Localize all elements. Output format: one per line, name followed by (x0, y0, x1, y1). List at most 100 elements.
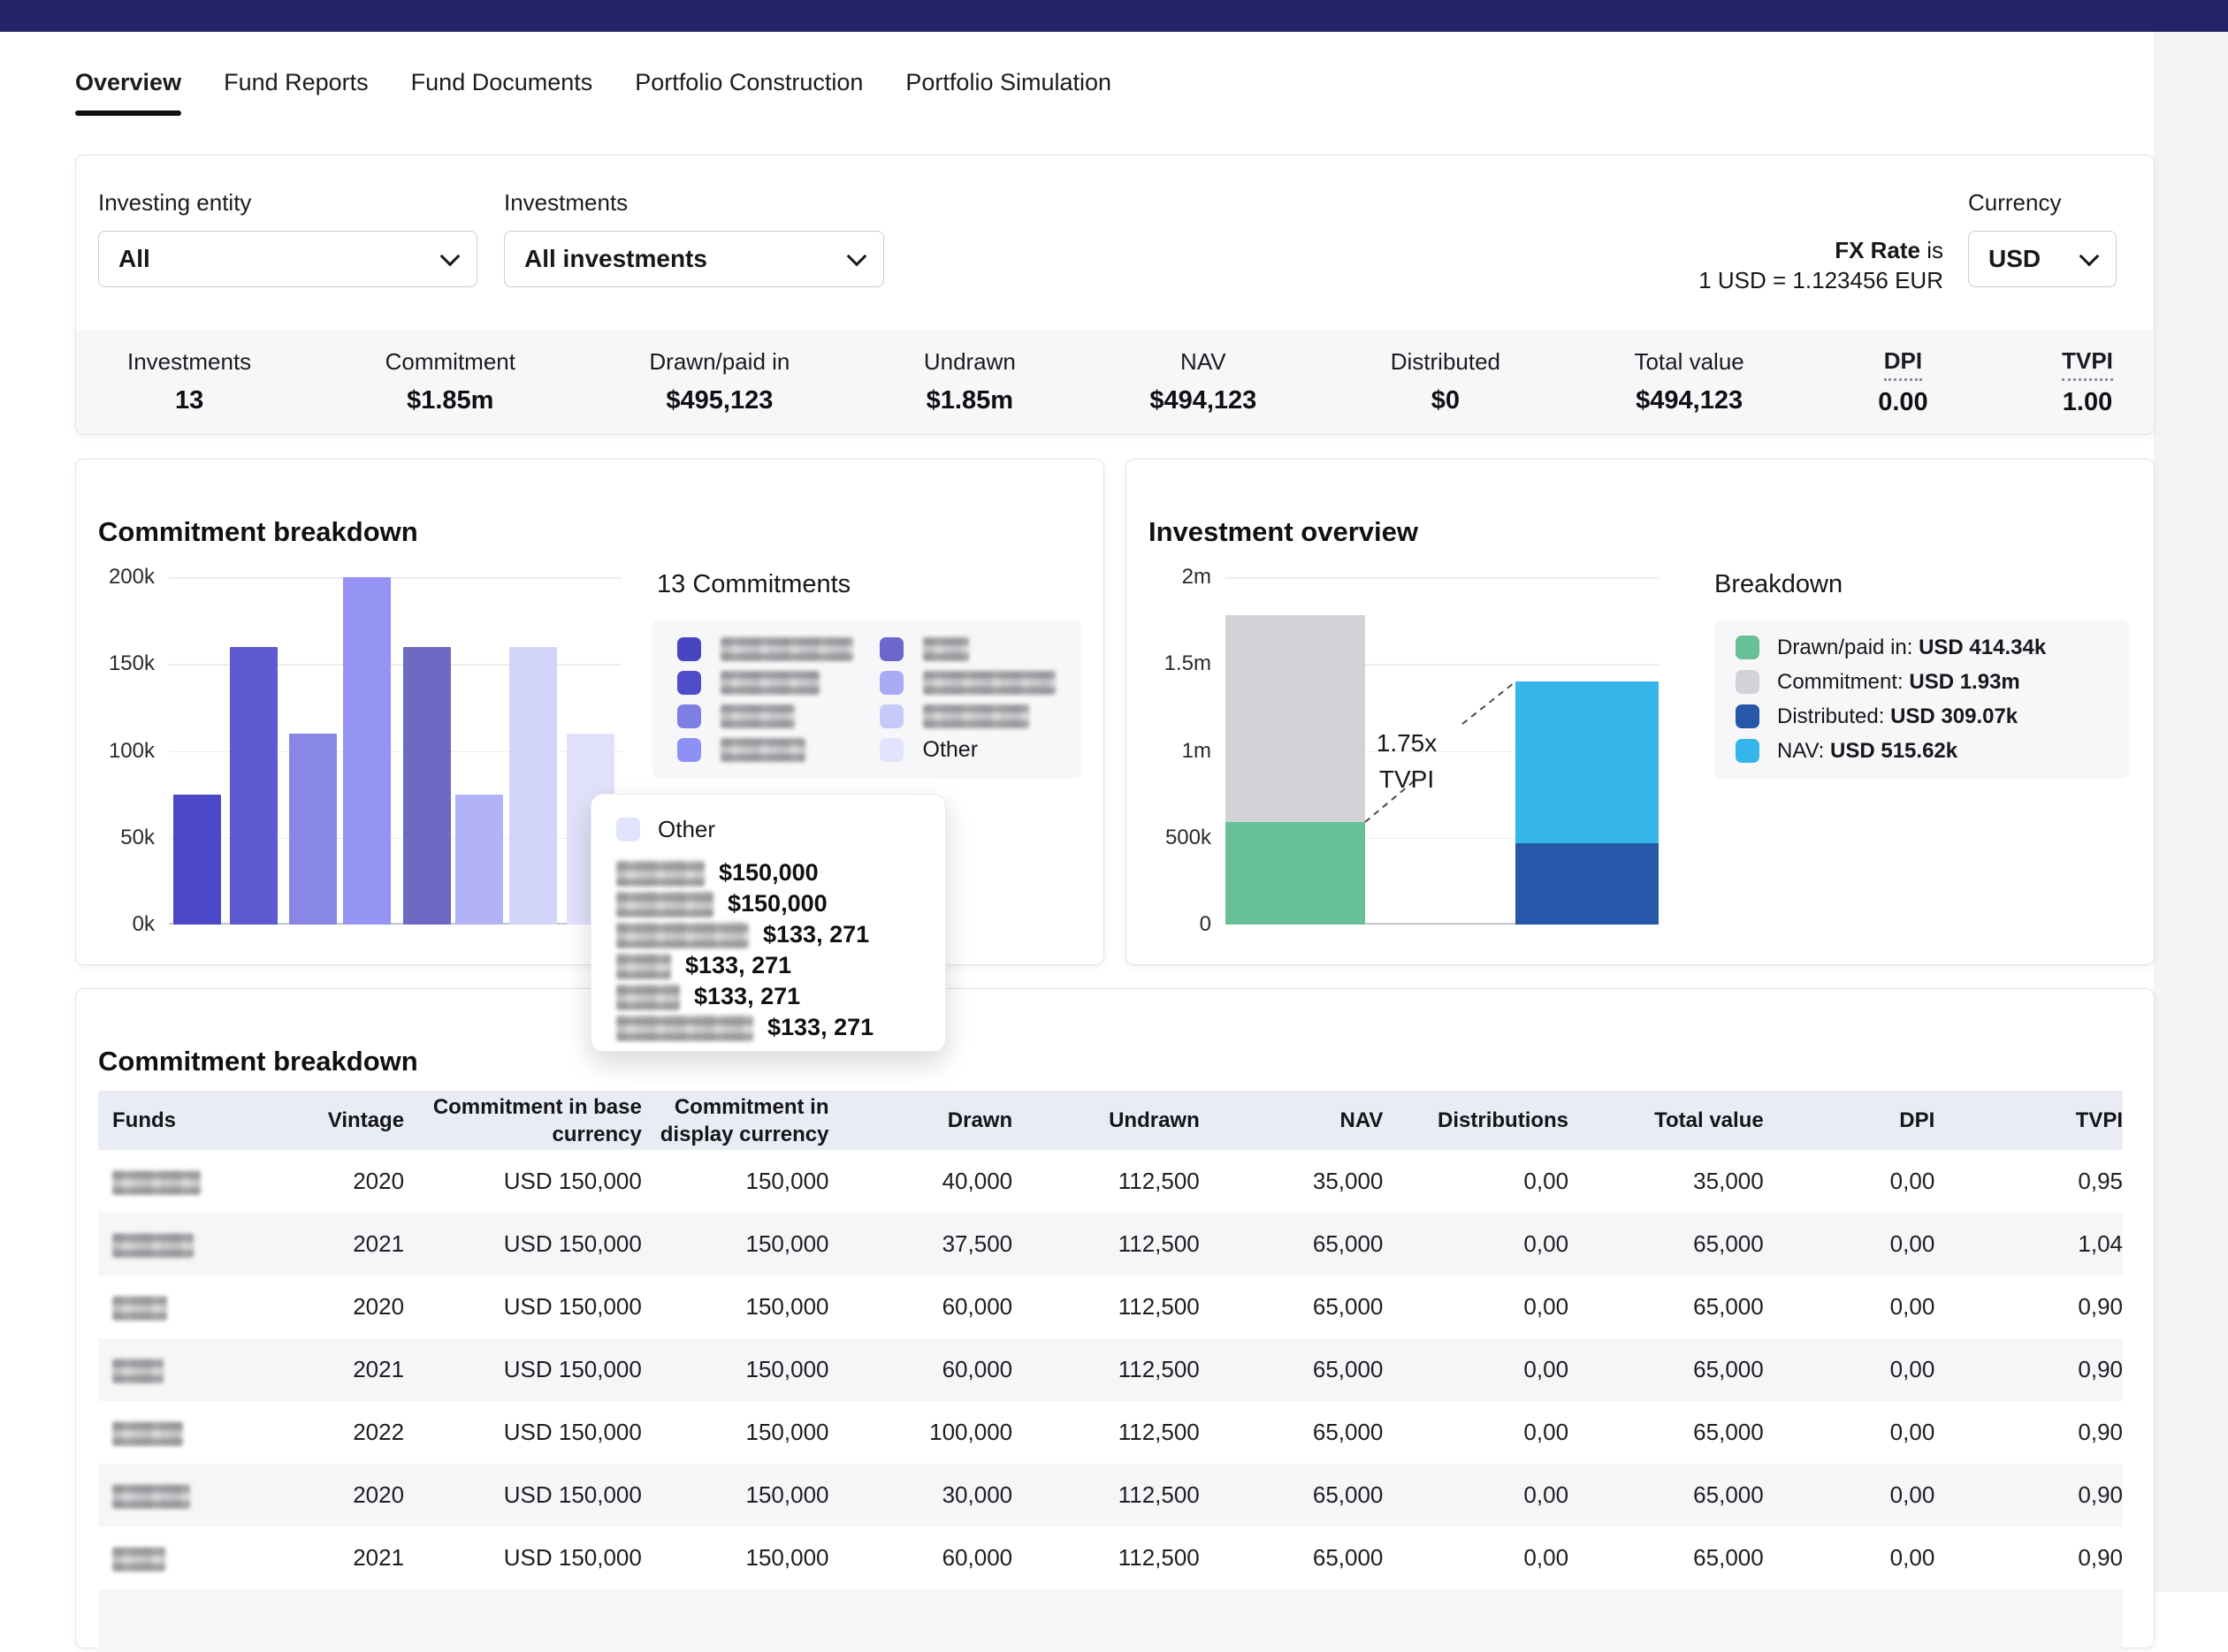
commitment-legend-item[interactable] (880, 704, 1082, 728)
table-row[interactable]: 2020USD 150,000150,00030,000112,50065,00… (98, 1464, 2123, 1526)
stat-label[interactable]: TVPI (2062, 347, 2113, 381)
tooltip-rows: $150,000$150,000$133, 271$133, 271$133, … (616, 857, 920, 1043)
table-row[interactable]: 2021USD 150,000150,00060,000112,50065,00… (98, 1338, 2123, 1401)
legend-swatch (616, 818, 640, 841)
summary-stats-row: Investments13Commitment$1.85mDrawn/paid … (76, 330, 2154, 434)
cell-nav: 35,000 (1200, 1150, 1384, 1213)
legend-label: Other (923, 737, 979, 763)
tvpi-annotation-label: TVPI (1349, 761, 1464, 797)
commitment-bar[interactable] (343, 577, 391, 925)
cell-total_value: 65,000 (1568, 1213, 1764, 1275)
cell-commitment_base: USD 150,000 (404, 1401, 642, 1464)
tab-fund-reports[interactable]: Fund Reports (224, 69, 369, 116)
cell-nav: 65,000 (1200, 1464, 1384, 1526)
cell-tvpi: 0,90 (1934, 1526, 2123, 1589)
cell-drawn: 60,000 (829, 1275, 1013, 1338)
col-header-funds: Funds (98, 1091, 289, 1150)
fx-rate-rest: is (1920, 237, 1943, 263)
cell-nav: 65,000 (1200, 1526, 1384, 1589)
stat-value: $494,123 (1149, 386, 1256, 415)
currency-label: Currency (1968, 189, 2117, 217)
cell-drawn: 60,000 (829, 1526, 1013, 1589)
stat-drawn-paid-in: Drawn/paid in$495,123 (649, 348, 790, 415)
col-header-tvpi: TVPI (1934, 1091, 2123, 1150)
y-tick-label: 50k (84, 826, 155, 850)
investing-entity-label: Investing entity (98, 189, 477, 217)
investing-entity-select[interactable]: All (98, 231, 477, 287)
cell-total_value: 65,000 (1568, 1464, 1764, 1526)
commitment-legend-item[interactable] (677, 671, 880, 695)
table-row[interactable]: 2020USD 150,000150,00040,000112,50035,00… (98, 1150, 2123, 1213)
legend-label: Distributed: (1777, 704, 1884, 728)
cell-total_value: 65,000 (1568, 1275, 1764, 1338)
investment-overview-title: Investment overview (1148, 516, 1418, 548)
fx-rate-line2: 1 USD = 1.123456 EUR (1698, 265, 1943, 295)
table-row[interactable]: 2022USD 150,000150,000100,000112,50065,0… (98, 1401, 2123, 1464)
cell-commitment_display: 150,000 (642, 1464, 829, 1526)
stat-label: Total value (1634, 348, 1743, 379)
cell-tvpi: 1,04 (1934, 1213, 2123, 1275)
commitment-legend-item[interactable] (880, 671, 1082, 695)
commitment-bar[interactable] (455, 795, 503, 925)
stat-value: $494,123 (1634, 386, 1743, 415)
tab-fund-documents[interactable]: Fund Documents (411, 69, 593, 116)
stat-value: $495,123 (649, 386, 790, 415)
commitment-table: FundsVintageCommitment in base currencyC… (98, 1091, 2123, 1652)
stat-commitment: Commitment$1.85m (385, 348, 515, 415)
redacted-fund-name (112, 1421, 183, 1446)
fx-rate-text: FX Rate is 1 USD = 1.123456 EUR (1698, 235, 1943, 295)
cell-dpi: 0,00 (1764, 1338, 1935, 1401)
commitment-legend-item[interactable] (677, 704, 880, 728)
cell-vintage: 2022 (289, 1401, 404, 1464)
commitment-legend-item[interactable] (677, 738, 880, 762)
cell-distributions: 0,00 (1383, 1401, 1568, 1464)
stat-label[interactable]: DPI (1884, 347, 1922, 381)
legend-text: NAV: USD 515.62k (1777, 739, 1957, 764)
breakdown-legend-title: Breakdown (1714, 570, 1843, 599)
cell-funds (98, 1526, 289, 1589)
redacted-fund-name (616, 891, 713, 917)
table-row[interactable]: 2021USD 150,000150,00037,500112,50065,00… (98, 1213, 2123, 1275)
commitment-legend-item[interactable]: Other (880, 737, 1082, 763)
cell-total_value: 65,000 (1568, 1401, 1764, 1464)
legend-swatch (1736, 670, 1759, 694)
stat-nav: NAV$494,123 (1149, 348, 1256, 415)
stat-dpi: DPI0.00 (1878, 347, 1927, 417)
cell-commitment_display: 150,000 (642, 1401, 829, 1464)
redacted-fund-name (721, 637, 853, 661)
breakdown-legend-item: Commitment: USD 1.93m (1736, 670, 2111, 695)
tooltip-row: $150,000 (616, 888, 920, 919)
commitment-legend-item[interactable] (880, 637, 1082, 661)
cell-tvpi: 0,90 (1934, 1401, 2123, 1464)
commitment-bar[interactable] (509, 647, 557, 925)
commitment-legend: Other (652, 620, 1081, 779)
tab-portfolio-simulation[interactable]: Portfolio Simulation (905, 69, 1111, 116)
commitment-legend-item[interactable] (677, 637, 880, 661)
tab-overview[interactable]: Overview (75, 69, 181, 116)
commitment-bar[interactable] (230, 647, 278, 925)
y-tick-label: 2m (1141, 565, 1211, 590)
investments-select[interactable]: All investments (504, 231, 884, 287)
col-header-distributions: Distributions (1383, 1091, 1568, 1150)
legend-swatch (677, 704, 701, 728)
cell-dpi: 0,00 (1764, 1464, 1935, 1526)
cell-vintage: 2021 (289, 1213, 404, 1275)
chevron-down-icon (2079, 247, 2100, 267)
table-row[interactable]: 2020USD 150,000150,00060,000112,50065,00… (98, 1275, 2123, 1338)
commitment-bar[interactable] (403, 647, 451, 925)
cell-commitment_display: 150,000 (642, 1526, 829, 1589)
tab-portfolio-construction[interactable]: Portfolio Construction (635, 69, 863, 116)
tooltip-row: $133, 271 (616, 981, 920, 1012)
cell-drawn: 37,500 (829, 1213, 1013, 1275)
gridline (169, 577, 622, 579)
currency-select[interactable]: USD (1968, 231, 2117, 287)
redacted-fund-name (112, 1170, 201, 1195)
legend-swatch (1736, 739, 1759, 763)
commitment-bar[interactable] (173, 795, 221, 925)
commitment-bar[interactable] (289, 734, 337, 925)
legend-swatch (677, 738, 701, 762)
redacted-fund-name (721, 704, 795, 728)
cell-commitment_base: USD 150,000 (404, 1338, 642, 1401)
table-row[interactable]: 2021USD 150,000150,00060,000112,50065,00… (98, 1526, 2123, 1589)
commitment-table-title: Commitment breakdown (98, 1046, 418, 1077)
